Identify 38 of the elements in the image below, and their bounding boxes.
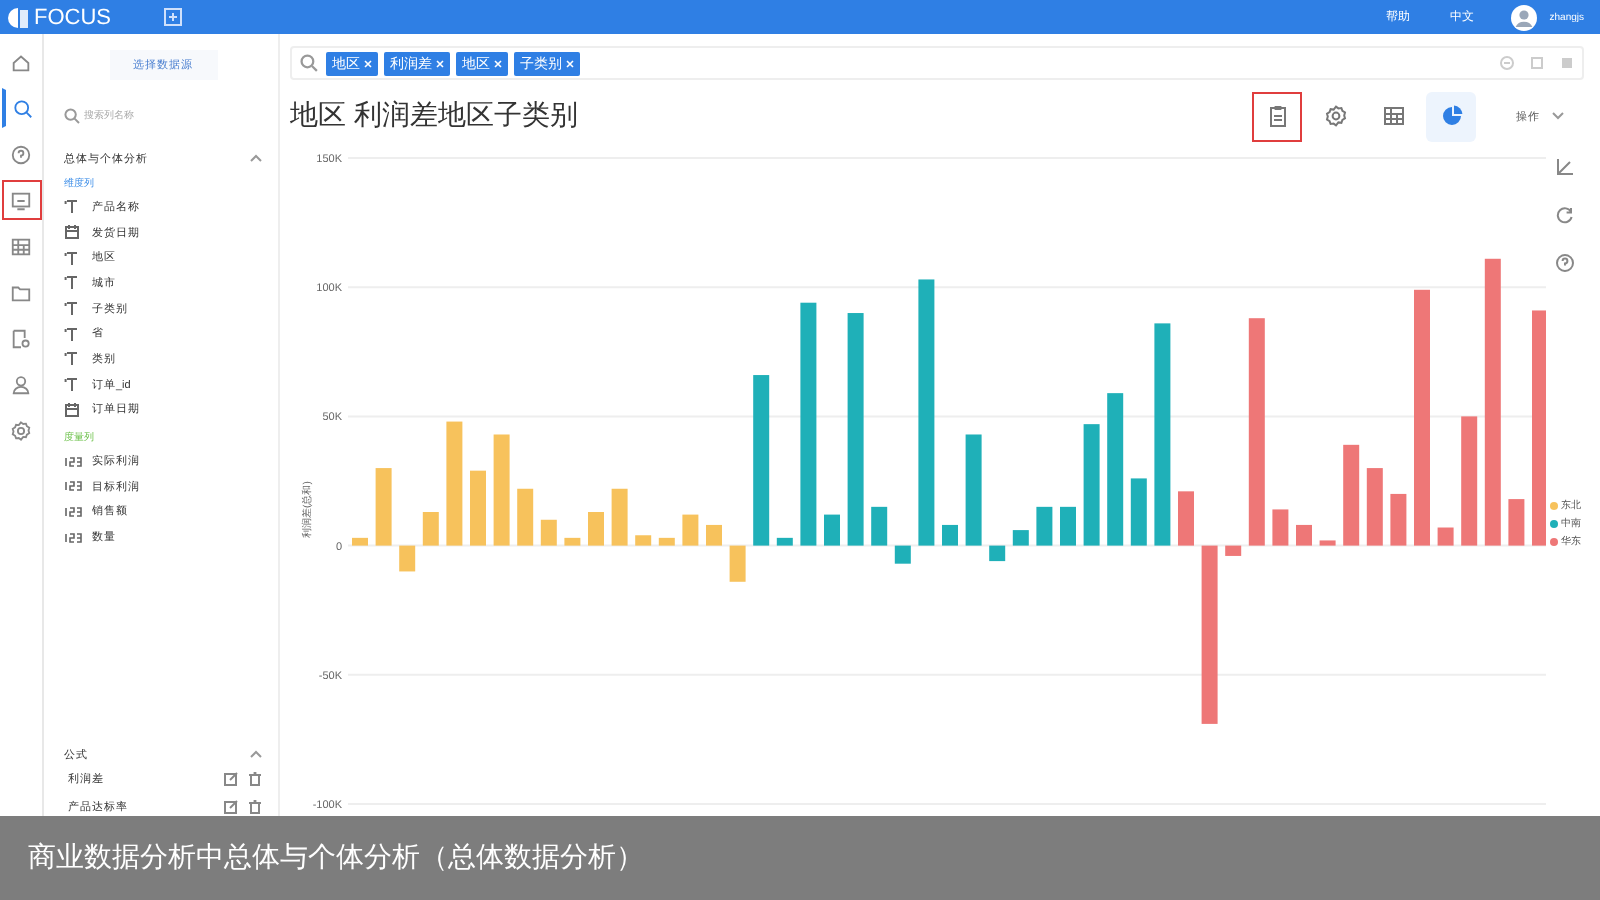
pie-chart-icon[interactable]: [1426, 91, 1476, 141]
text-type-icon: [64, 376, 82, 393]
close-icon[interactable]: [566, 59, 574, 67]
number-type-icon: [64, 531, 82, 544]
search-icon: [300, 54, 318, 72]
text-type-icon: [64, 300, 82, 317]
logo-icon: [6, 5, 30, 29]
avatar-icon[interactable]: [1509, 3, 1538, 31]
add-tab-icon[interactable]: [163, 8, 181, 26]
text-type-icon: [64, 350, 82, 367]
close-icon[interactable]: [436, 59, 444, 67]
axis-icon[interactable]: [1556, 158, 1574, 176]
edit-icon[interactable]: [224, 799, 238, 813]
text-type-icon: [64, 249, 82, 266]
refresh-icon[interactable]: [1556, 206, 1574, 224]
monitor-icon[interactable]: [1, 180, 41, 220]
chart-title: 地区 利润差地区子类别: [290, 98, 580, 134]
caret-icon[interactable]: [1552, 112, 1564, 120]
number-type-icon: [64, 455, 82, 468]
close-icon[interactable]: [494, 59, 502, 67]
text-type-icon: [64, 274, 82, 291]
calendar-icon: [64, 401, 82, 418]
number-type-icon: [64, 505, 82, 518]
caret-icon[interactable]: [250, 750, 262, 758]
clipboard-icon[interactable]: [1252, 91, 1302, 141]
text-type-icon: [64, 325, 82, 342]
caption-text: 商业数据分析中总体与个体分析（总体数据分析）: [0, 816, 1600, 900]
edit-icon[interactable]: [224, 771, 238, 785]
close-icon[interactable]: [364, 59, 372, 67]
number-type-icon: [64, 480, 82, 493]
text-type-icon: [64, 198, 82, 215]
calendar-icon: [64, 224, 82, 241]
trash-icon[interactable]: [248, 771, 262, 785]
caret-icon[interactable]: [250, 154, 262, 162]
help-icon[interactable]: [1556, 254, 1574, 272]
search-icon: [64, 108, 80, 124]
trash-icon[interactable]: [248, 799, 262, 813]
logo-text: FOCUS: [34, 5, 111, 29]
